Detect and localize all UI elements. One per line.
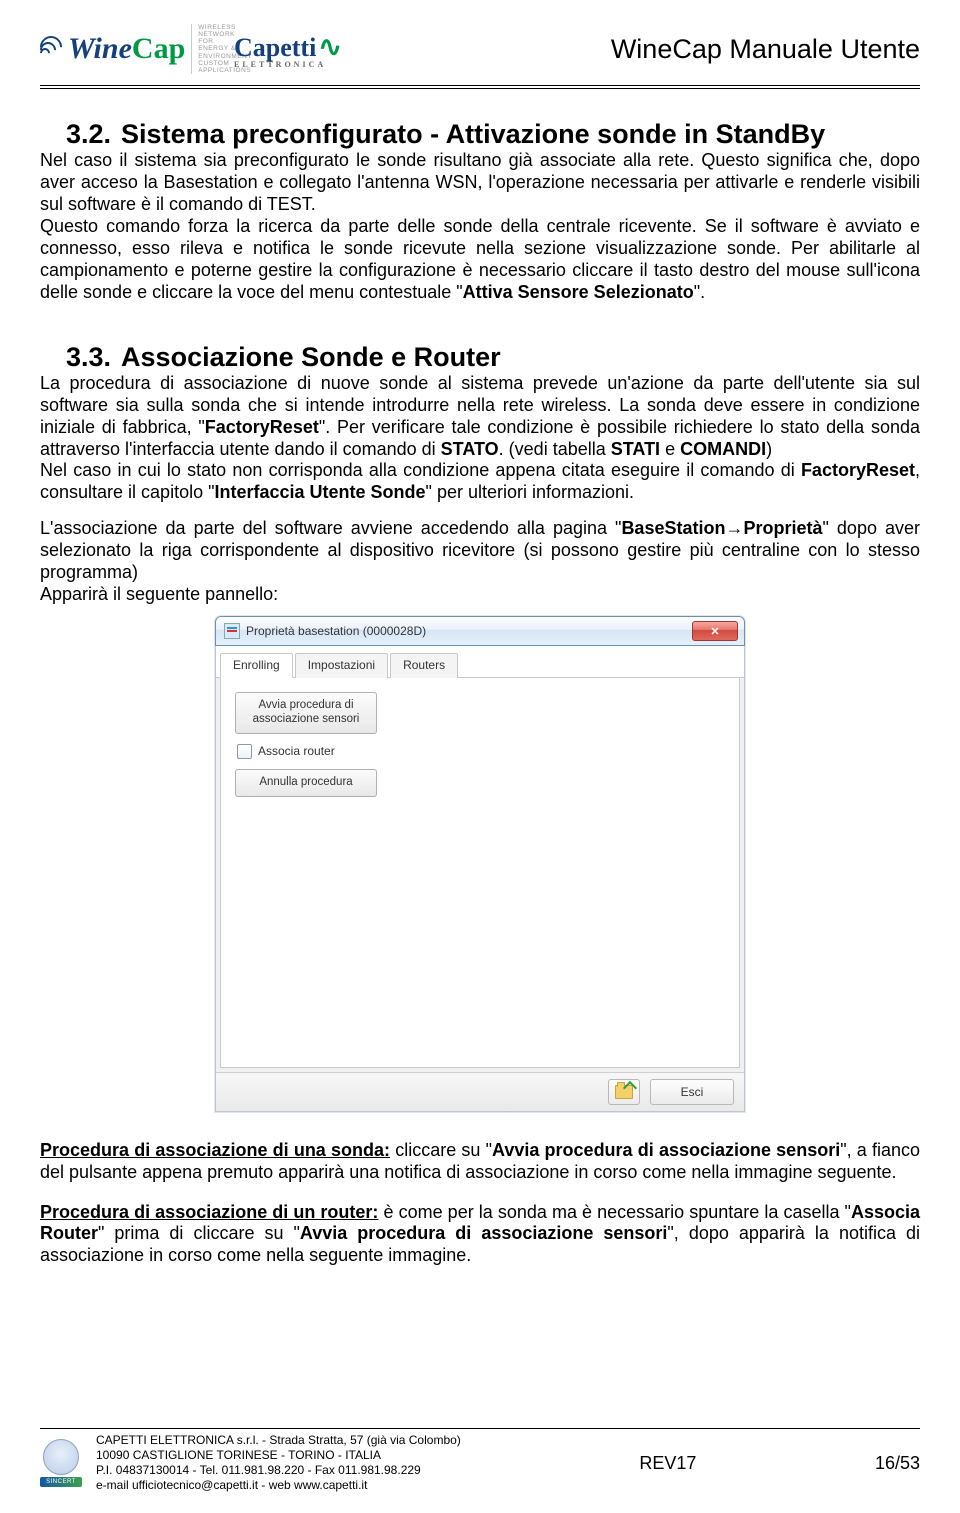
cancel-procedure-button[interactable]: Annulla procedura [235,769,377,797]
section-3-3-title: Associazione Sonde e Router [121,342,501,372]
section-3-2-heading: 3.2. Sistema preconfigurato - Attivazione… [40,119,920,150]
footer-address: CAPETTI ELETTRONICA s.r.l. - Strada Stra… [96,1433,461,1493]
open-folder-button[interactable] [608,1079,640,1105]
document-title: WineCap Manuale Utente [611,34,920,65]
winecap-logo: WineCap WIRELESS NETWORK FOR ENERGY & EN… [40,23,220,75]
associate-router-row[interactable]: Associa router [237,744,725,759]
window-icon [224,623,240,639]
winecap-logo-text2: Cap [132,34,185,64]
folder-up-icon [615,1085,633,1099]
wifi-icon [40,34,66,60]
section-3-3-number: 3.3. [66,342,111,372]
sincert-badge: SINCERT [40,1477,82,1487]
start-association-button[interactable]: Avvia procedura di associazione sensori [235,692,377,734]
section-3-2-para-1: Nel caso il sistema sia preconfigurato l… [40,150,920,216]
certification-seals: SINCERT [40,1439,82,1487]
capetti-logo: Capetti∿ ELETTRONICA [234,30,342,69]
footer-rule [40,1428,920,1429]
window-close-button[interactable]: ✕ [692,621,738,641]
tab-strip: Enrolling Impostazioni Routers [216,646,744,678]
section-3-2: 3.2. Sistema preconfigurato - Attivazione… [40,119,920,304]
section-3-2-title: Sistema preconfigurato - Attivazione son… [121,119,825,149]
window-titlebar[interactable]: Proprietà basestation (0000028D) ✕ [215,616,745,646]
footer-addr-3: P.I. 04837130014 - Tel. 011.981.98.220 -… [96,1463,461,1478]
procedure-router: Procedura di associazione di un router: … [40,1202,920,1268]
tab-pane-enrolling: Avvia procedura di associazione sensori … [220,678,740,1067]
associate-router-label: Associa router [258,744,335,758]
exit-button-label: Esci [681,1085,704,1099]
capetti-logo-sub: ELETTRONICA [234,60,342,69]
window-body: Enrolling Impostazioni Routers Avvia pro… [215,646,745,1111]
basestation-properties-window: Proprietà basestation (0000028D) ✕ Enrol… [215,616,745,1111]
close-icon: ✕ [710,625,719,638]
footer-revision: REV17 [639,1453,696,1474]
header-rule [40,85,920,89]
page-header: WineCap WIRELESS NETWORK FOR ENERGY & EN… [40,23,920,81]
winecap-logo-text1: Wine [68,34,132,64]
footer-addr-2: 10090 CASTIGLIONE TORINESE - TORINO - IT… [96,1448,461,1463]
seal-icon [43,1439,79,1475]
section-3-3-para-1b: Nel caso in cui lo stato non corrisponda… [40,460,920,504]
footer-page-number: 16/53 [875,1453,920,1474]
pulse-icon: ∿ [318,32,341,63]
associate-router-checkbox[interactable] [237,744,252,759]
footer-addr-4: e-mail ufficiotecnico@capetti.it - web w… [96,1478,461,1493]
header-logos: WineCap WIRELESS NETWORK FOR ENERGY & EN… [40,23,342,75]
section-3-2-para-2: Questo comando forza la ricerca da parte… [40,216,920,304]
procedure-notes: Procedura di associazione di una sonda: … [40,1140,920,1268]
procedure-sonda: Procedura di associazione di una sonda: … [40,1140,920,1184]
section-3-3-para-1: La procedura di associazione di nuove so… [40,373,920,461]
section-3-3-heading: 3.3. Associazione Sonde e Router [40,342,920,373]
section-3-3-para-2b: Apparirà il seguente pannello: [40,584,920,606]
dialog-screenshot: Proprietà basestation (0000028D) ✕ Enrol… [40,616,920,1111]
capetti-logo-text: Capetti [234,33,316,62]
tab-enrolling[interactable]: Enrolling [220,653,293,678]
exit-button[interactable]: Esci [650,1079,734,1105]
footer-left: SINCERT CAPETTI ELETTRONICA s.r.l. - Str… [40,1433,461,1493]
section-3-3-para-2: L'associazione da parte del software avv… [40,518,920,584]
section-3-3: 3.3. Associazione Sonde e Router La proce… [40,342,920,607]
footer-addr-1: CAPETTI ELETTRONICA s.r.l. - Strada Stra… [96,1433,461,1448]
tab-routers[interactable]: Routers [390,653,458,678]
tab-impostazioni[interactable]: Impostazioni [295,653,388,678]
window-footer: Esci [216,1072,744,1111]
section-3-2-number: 3.2. [66,119,111,149]
window-title: Proprietà basestation (0000028D) [246,624,426,638]
page-footer: SINCERT CAPETTI ELETTRONICA s.r.l. - Str… [40,1428,920,1493]
